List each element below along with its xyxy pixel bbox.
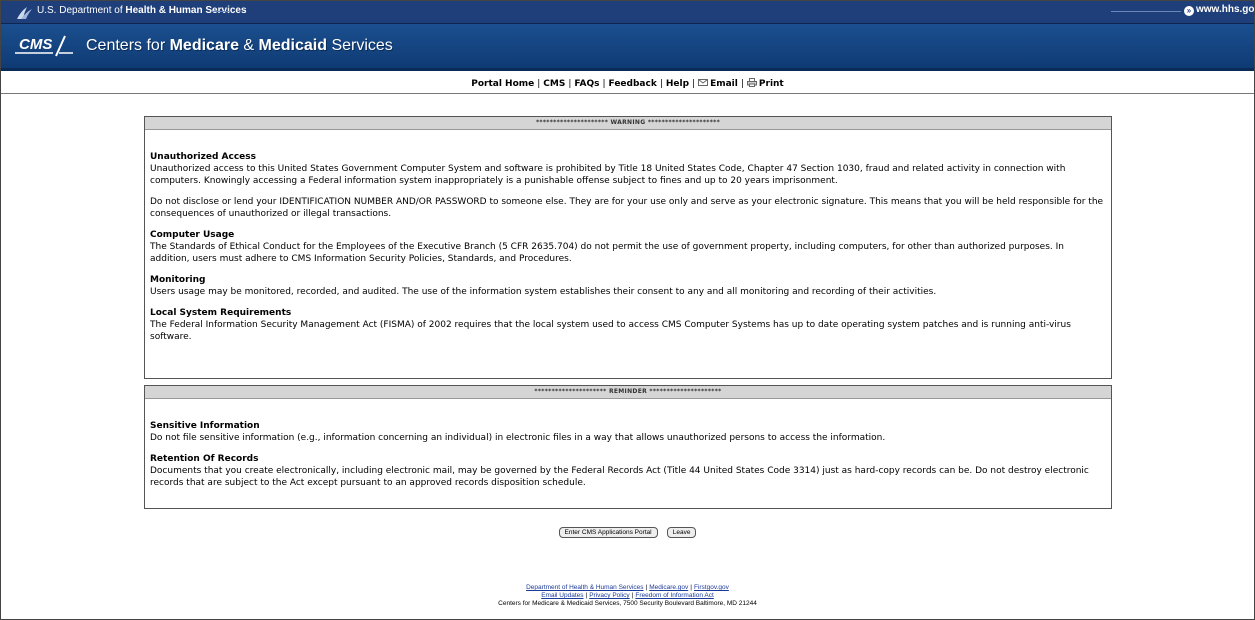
hhs-top-bar: U.S. Department of Health & Human Servic…	[1, 1, 1254, 24]
page-frame: U.S. Department of Health & Human Servic…	[0, 0, 1255, 620]
section-title: Retention Of Records	[150, 454, 259, 464]
section-title: Monitoring	[150, 275, 206, 285]
section-local-system-requirements: Local System Requirements The Federal In…	[150, 307, 1105, 343]
enter-portal-button[interactable]: Enter CMS Applications Portal	[558, 527, 658, 538]
section-text: The Federal Information Security Managem…	[150, 320, 1071, 342]
hhs-gov-link[interactable]: » www.hhs.gov	[1184, 4, 1254, 16]
footer-address: Centers for Medicare & Medicaid Services…	[498, 600, 757, 607]
divider	[211, 11, 231, 12]
divider: |	[631, 592, 634, 599]
footer-link-email-updates[interactable]: Email Updates	[541, 592, 583, 599]
divider: |	[645, 584, 648, 591]
nav-feedback[interactable]: Feedback	[609, 79, 657, 89]
nav-cms[interactable]: CMS	[543, 79, 565, 89]
print-icon	[746, 78, 757, 87]
section-text: Users usage may be monitored, recorded, …	[150, 287, 937, 297]
divider: |	[692, 79, 696, 89]
section-title: Local System Requirements	[150, 308, 292, 318]
divider	[1, 93, 1254, 94]
reminder-panel: ********************* REMINDER *********…	[144, 385, 1112, 509]
divider: |	[585, 592, 588, 599]
footer-row-2: Email Updates | Privacy Policy | Freedom of …	[1, 592, 1254, 600]
cms-logo[interactable]: CMS	[15, 32, 73, 58]
divider: |	[602, 79, 606, 89]
divider: |	[740, 79, 744, 89]
section-password-disclosure: Do not disclose or lend your IDENTIFICAT…	[150, 196, 1105, 220]
section-text: Do not file sensitive information (e.g.,…	[150, 433, 886, 443]
email-icon	[698, 79, 709, 86]
footer-link-foia[interactable]: Freedom of Information Act	[635, 592, 713, 599]
leave-button[interactable]: Leave	[666, 527, 697, 538]
section-sensitive-information: Sensitive Information Do not file sensit…	[150, 420, 1105, 444]
footer-link-medicare[interactable]: Medicare.gov	[649, 584, 688, 591]
section-title: Sensitive Information	[150, 421, 260, 431]
section-unauthorized-access: Unauthorized Access Unauthorized access …	[150, 151, 1105, 187]
nav-email[interactable]: Email	[698, 78, 738, 89]
hhs-eagle-icon	[17, 7, 32, 19]
divider	[1111, 11, 1181, 12]
svg-text:CMS: CMS	[19, 36, 52, 53]
divider: |	[537, 79, 541, 89]
divider: |	[659, 79, 663, 89]
reminder-header: ********************* REMINDER *********…	[145, 386, 1111, 399]
cms-banner: CMS Centers for Medicare & Medicaid Serv…	[1, 24, 1254, 71]
section-text: Documents that you create electronically…	[150, 466, 1089, 488]
nav-print[interactable]: Print	[746, 78, 784, 89]
section-retention-of-records: Retention Of Records Documents that you …	[150, 453, 1105, 489]
footer-link-privacy[interactable]: Privacy Policy	[589, 592, 629, 599]
section-monitoring: Monitoring Users usage may be monitored,…	[150, 274, 1105, 298]
section-text: Do not disclose or lend your IDENTIFICAT…	[150, 197, 1104, 219]
nav-portal-home[interactable]: Portal Home	[471, 79, 534, 89]
section-text: The Standards of Ethical Conduct for the…	[150, 242, 1064, 264]
footer-row-1: Department of Health & Human Services | Me…	[1, 584, 1254, 592]
warning-header: ********************* WARNING **********…	[145, 117, 1111, 130]
nav-help[interactable]: Help	[666, 79, 689, 89]
footer-link-firstgov[interactable]: Firstgov.gov	[694, 584, 729, 591]
divider: |	[568, 79, 572, 89]
section-title: Computer Usage	[150, 230, 235, 240]
divider: |	[690, 584, 692, 591]
footer-link-hhs[interactable]: Department of Health & Human Services	[526, 584, 643, 591]
section-title: Unauthorized Access	[150, 152, 256, 162]
cms-agency-name: Centers for Medicare & Medicaid Services	[86, 37, 393, 54]
warning-panel: ********************* WARNING **********…	[144, 116, 1112, 379]
action-buttons: Enter CMS Applications Portal Leave	[1, 519, 1254, 538]
circle-arrow-icon: »	[1184, 6, 1194, 16]
footer: Department of Health & Human Services | Me…	[1, 584, 1254, 608]
section-computer-usage: Computer Usage The Standards of Ethical …	[150, 229, 1105, 265]
top-nav: Portal Home | CMS | FAQs | Feedback | Help | Email…	[1, 78, 1254, 89]
nav-faqs[interactable]: FAQs	[574, 79, 599, 89]
section-text: Unauthorized access to this United State…	[150, 164, 1066, 186]
